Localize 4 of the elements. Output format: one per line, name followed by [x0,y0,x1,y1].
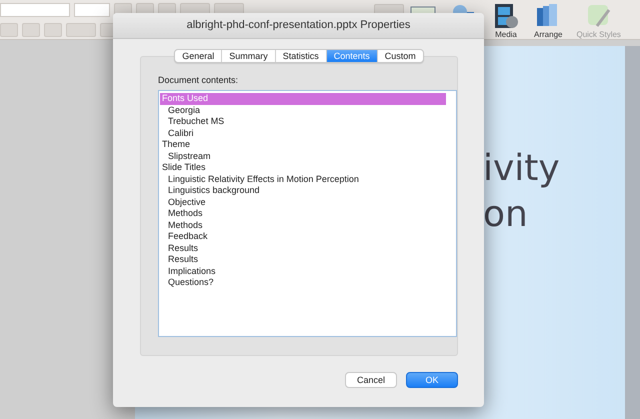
window-title: albright-phd-conf-presentation.pptx Properties [113,13,484,39]
slide-title-text: on [483,194,529,236]
contents-label: Document contents: [158,75,240,85]
slide-title-text: ivity [483,148,561,190]
